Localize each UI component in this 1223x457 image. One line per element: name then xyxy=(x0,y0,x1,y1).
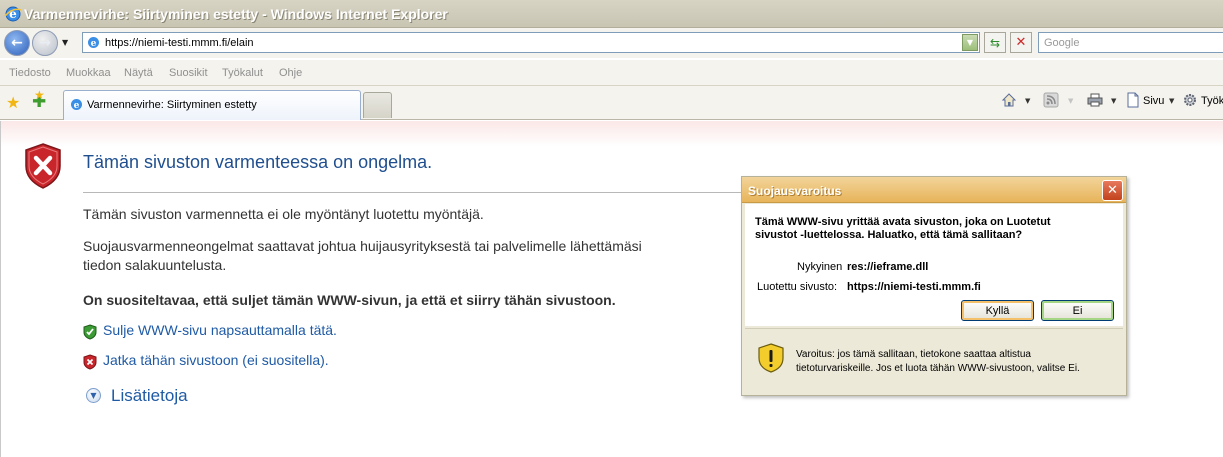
menu-tools[interactable]: Työkalut xyxy=(222,67,263,79)
tab-label: Varmennevirhe: Siirtyminen estetty xyxy=(87,99,257,111)
window-title-bar[interactable]: e Varmennevirhe: Siirtyminen estetty - W… xyxy=(0,0,1223,28)
current-label: Nykyinen xyxy=(797,261,843,273)
ie-page-icon: e xyxy=(88,37,99,49)
tools-menu-label[interactable]: Työk xyxy=(1201,95,1223,107)
address-bar[interactable]: e ▼ xyxy=(82,32,980,53)
close-icon: ✕ xyxy=(1107,183,1118,198)
back-arrow-icon: ← xyxy=(11,35,23,51)
title-divider xyxy=(83,192,843,193)
error-description: Tämän sivuston varmennetta ei ole myöntä… xyxy=(83,206,484,222)
tab-bar: ★ ✚ ★ e Varmennevirhe: Siirtyminen estett… xyxy=(0,86,1223,120)
feed-dropdown-icon[interactable]: ▼ xyxy=(1068,97,1073,105)
current-value: res://ieframe.dll xyxy=(847,261,929,273)
print-dropdown-icon[interactable]: ▼ xyxy=(1111,97,1116,105)
page-title: Tämän sivuston varmenteessa on ongelma. xyxy=(83,152,433,172)
favorites-star-icon[interactable]: ★ xyxy=(6,93,20,112)
page-menu-label[interactable]: Sivu xyxy=(1143,95,1164,107)
no-button[interactable]: Ei xyxy=(1041,300,1114,321)
stop-icon: ✕ xyxy=(1015,35,1027,50)
forward-button[interactable]: → xyxy=(32,30,58,56)
menu-edit[interactable]: Muokkaa xyxy=(66,67,111,79)
refresh-button[interactable]: ⇆ xyxy=(984,32,1006,53)
svg-text:e: e xyxy=(74,101,80,111)
dialog-warning-line2: tietoturvariskeille. Jos et luota tähän … xyxy=(796,363,1080,374)
dialog-warning-line1: Varoitus: jos tämä sallitaan, tietokone … xyxy=(796,349,1031,360)
stop-button[interactable]: ✕ xyxy=(1010,32,1032,53)
window-title: Varmennevirhe: Siirtyminen estetty - Win… xyxy=(24,6,448,22)
warning-shield-icon xyxy=(758,343,784,373)
more-info-label[interactable]: Lisätietoja xyxy=(111,386,188,406)
add-favorites-icon[interactable]: ✚ ★ xyxy=(32,88,46,112)
yes-button[interactable]: Kyllä xyxy=(961,300,1034,321)
dialog-close-button[interactable]: ✕ xyxy=(1102,180,1123,201)
tab-active[interactable]: e Varmennevirhe: Siirtyminen estetty xyxy=(63,90,361,120)
dialog-question-line1: Tämä WWW-sivu yrittää avata sivuston, jo… xyxy=(755,216,1051,228)
menu-view[interactable]: Näytä xyxy=(124,67,153,79)
menu-favorites[interactable]: Suosikit xyxy=(169,67,208,79)
refresh-icon: ⇆ xyxy=(989,35,1001,50)
dialog-warning-text: Varoitus: jos tämä sallitaan, tietokone … xyxy=(796,348,1116,376)
dialog-title: Suojausvaroitus xyxy=(748,184,842,198)
page-dropdown-icon[interactable]: ▼ xyxy=(1169,97,1174,105)
back-button[interactable]: ← xyxy=(4,30,30,56)
ie-logo-icon: e xyxy=(4,6,22,22)
print-icon[interactable] xyxy=(1087,92,1103,108)
menu-file[interactable]: Tiedosto xyxy=(9,67,51,79)
error-explanation-line2: tiedon salakuuntelusta. xyxy=(83,257,227,273)
security-warning-dialog: Suojausvaroitus ✕ Tämä WWW-sivu yrittää … xyxy=(741,176,1127,396)
search-box[interactable] xyxy=(1038,32,1223,53)
menu-bar: Tiedosto Muokkaa Näytä Suosikit Työkalut… xyxy=(0,60,1223,86)
address-dropdown-button[interactable]: ▼ xyxy=(962,34,978,51)
new-tab-button[interactable] xyxy=(363,92,392,118)
green-shield-icon xyxy=(83,324,97,340)
dialog-title-bar[interactable]: Suojausvaroitus ✕ xyxy=(742,177,1126,203)
close-page-link[interactable]: Sulje WWW-sivu napsauttamalla tätä. xyxy=(103,322,337,338)
search-input[interactable] xyxy=(1044,35,1214,50)
dialog-warning-area: Varoitus: jos tämä sallitaan, tietokone … xyxy=(745,328,1123,392)
error-shield-icon xyxy=(25,143,61,189)
recent-pages-dropdown[interactable]: ▼ xyxy=(62,38,68,47)
error-explanation-line1: Suojausvarmenneongelmat saattavat johtua… xyxy=(83,238,642,254)
forward-arrow-icon: → xyxy=(39,35,51,51)
menu-help[interactable]: Ohje xyxy=(279,67,302,79)
continue-link[interactable]: Jatka tähän sivustoon (ei suositella). xyxy=(103,352,329,368)
dialog-question-line2: sivustot -luettelossa. Haluatko, että tä… xyxy=(755,229,1023,241)
red-shield-icon xyxy=(83,354,97,370)
dialog-question: Tämä WWW-sivu yrittää avata sivuston, jo… xyxy=(755,216,1075,242)
trusted-site-label: Luotettu sivusto: xyxy=(757,281,838,293)
ie-tab-icon: e xyxy=(71,99,82,111)
home-dropdown-icon[interactable]: ▼ xyxy=(1025,97,1030,105)
page-icon[interactable] xyxy=(1125,92,1141,108)
chevron-down-icon: ▼ xyxy=(86,388,101,403)
tools-gear-icon[interactable] xyxy=(1182,92,1198,108)
home-icon[interactable] xyxy=(1001,92,1017,108)
address-input[interactable] xyxy=(105,35,955,50)
svg-text:e: e xyxy=(91,39,97,49)
recommendation-text: On suositeltavaa, että suljet tämän WWW-… xyxy=(83,292,616,308)
rss-feed-icon[interactable] xyxy=(1043,92,1059,108)
navigation-bar: ← → ▼ e ▼ ⇆ ✕ xyxy=(0,28,1223,58)
trusted-site-value: https://niemi-testi.mmm.fi xyxy=(847,281,981,293)
dialog-content: Tämä WWW-sivu yrittää avata sivuston, jo… xyxy=(745,204,1123,326)
